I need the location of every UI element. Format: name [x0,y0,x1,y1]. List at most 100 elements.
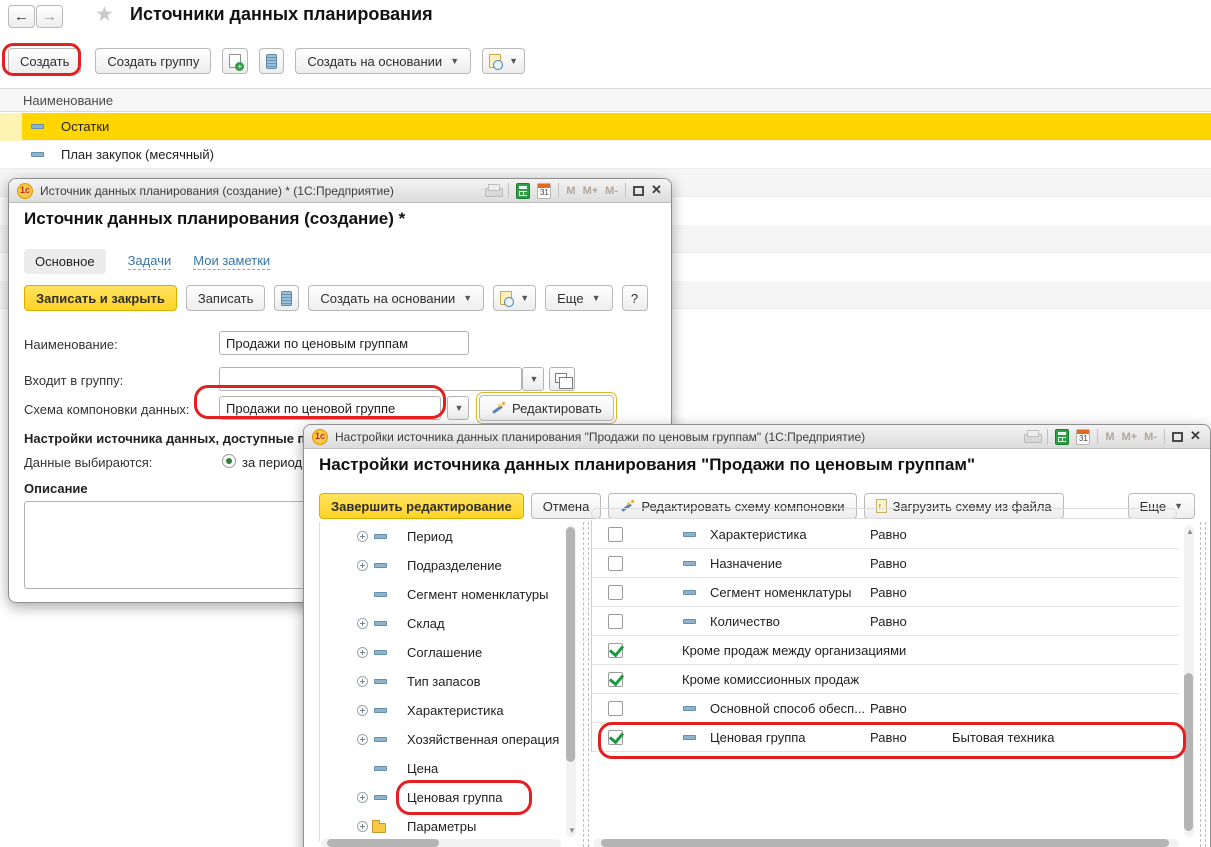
create-based-on-button[interactable]: Создать на основании ▼ [308,285,484,311]
expand-icon[interactable] [357,705,368,716]
memory-plus-button[interactable]: M+ [583,185,599,197]
checkbox[interactable] [608,701,623,716]
calendar-icon[interactable]: 31 [1076,429,1090,445]
help-button[interactable]: ? [622,285,648,311]
copy-button[interactable] [222,48,248,74]
expand-icon[interactable] [357,560,368,571]
conditions-vscrollbar[interactable]: ▲ [1184,525,1194,837]
edit-scheme-button[interactable]: Редактировать [479,395,614,421]
tree-item[interactable]: Сегмент номенклатуры [320,580,564,609]
settings-titlebar[interactable]: Настройки источника данных планирования … [304,425,1210,449]
period-radio[interactable] [222,454,236,468]
scroll-up-icon[interactable]: ▲ [1186,527,1194,536]
create-button[interactable]: Создать [8,48,81,74]
condition-operator[interactable]: Равно [870,585,907,600]
condition-row[interactable]: Кроме комиссионных продаж [592,665,1179,694]
condition-row-price-group[interactable]: Ценовая группа Равно Бытовая техника [592,723,1179,752]
conditions-hscrollbar[interactable] [593,839,1179,847]
condition-row[interactable]: Кроме продаж между организациями [592,636,1179,665]
tree-item[interactable]: Период [320,522,564,551]
tree-item-parameters[interactable]: Параметры [320,812,564,841]
printer-icon[interactable] [485,184,501,197]
expand-icon[interactable] [357,676,368,687]
close-icon[interactable] [1190,431,1202,443]
tree-item[interactable]: Характеристика [320,696,564,725]
create-based-on-button[interactable]: Создать на основании ▼ [295,48,471,74]
more-button[interactable]: Еще ▼ [545,285,612,311]
expand-icon[interactable] [357,821,368,832]
memory-plus-button[interactable]: M+ [1122,431,1138,443]
scheme-dropdown-button[interactable]: ▼ [447,396,469,420]
tab-main[interactable]: Основное [24,249,106,274]
tree-item[interactable]: Хозяйственная операция [320,725,564,754]
tree-item[interactable]: Соглашение [320,638,564,667]
tree-hscroll-thumb[interactable] [327,839,439,847]
panel-splitter[interactable] [1205,522,1206,847]
memory-button[interactable]: M [1105,431,1114,443]
maximize-icon[interactable] [633,186,644,196]
create-group-button[interactable]: Создать группу [95,48,211,74]
calculator-icon[interactable] [1055,429,1069,445]
tree-item[interactable]: Цена [320,754,564,783]
editor-titlebar[interactable]: Источник данных планирования (создание) … [9,179,671,203]
table-row[interactable]: План закупок (месячный) [0,141,1211,169]
tab-notes[interactable]: Мои заметки [193,253,270,270]
checkbox-checked[interactable] [608,672,623,687]
checkbox[interactable] [608,614,623,629]
memory-minus-button[interactable]: M- [605,185,618,197]
table-row[interactable]: Остатки [0,113,1211,141]
expand-icon[interactable] [357,792,368,803]
expand-icon[interactable] [357,734,368,745]
tree-vscrollbar[interactable]: ▼ [566,525,576,837]
condition-row[interactable]: Сегмент номенклатуры Равно [592,578,1179,607]
scheme-input[interactable] [219,396,441,420]
panel-splitter[interactable] [583,522,584,847]
close-icon[interactable] [651,185,663,197]
checkbox-checked[interactable] [608,643,623,658]
panel-splitter[interactable] [588,522,589,847]
list-settings-button[interactable] [274,285,299,311]
condition-operator[interactable]: Равно [870,556,907,571]
condition-value[interactable]: Бытовая техника [952,730,1054,745]
checkbox[interactable] [608,556,623,571]
conditions-hscroll-thumb[interactable] [601,839,1169,847]
tree-vscroll-thumb[interactable] [566,527,575,762]
condition-operator[interactable]: Равно [870,730,907,745]
condition-row[interactable]: Назначение Равно [592,549,1179,578]
condition-operator[interactable]: Равно [870,614,907,629]
table-header[interactable]: Наименование [0,88,1211,112]
favorite-star-icon[interactable]: ★ [95,2,114,27]
expand-icon[interactable] [357,531,368,542]
condition-operator[interactable]: Равно [870,701,907,716]
checkbox[interactable] [608,585,623,600]
calendar-icon[interactable]: 31 [537,183,551,199]
memory-minus-button[interactable]: M- [1144,431,1157,443]
condition-row[interactable]: Количество Равно [592,607,1179,636]
group-input[interactable] [219,367,522,391]
scroll-down-icon[interactable]: ▼ [568,826,576,835]
checkbox[interactable] [608,527,623,542]
report-button[interactable]: ▼ [493,285,536,311]
report-button[interactable]: ▼ [482,48,525,74]
condition-row[interactable]: Характеристика Равно [592,520,1179,549]
tree-item[interactable]: Склад [320,609,564,638]
expand-icon[interactable] [357,647,368,658]
checkbox-checked[interactable] [608,730,623,745]
tree-hscrollbar[interactable] [321,839,561,847]
group-open-button[interactable] [549,367,575,391]
save-and-close-button[interactable]: Записать и закрыть [24,285,177,311]
list-settings-button[interactable] [259,48,284,74]
expand-icon[interactable] [357,618,368,629]
printer-icon[interactable] [1024,430,1040,443]
calculator-icon[interactable] [516,183,530,199]
condition-operator[interactable]: Равно [870,527,907,542]
condition-row[interactable]: Основной способ обесп... Равно [592,694,1179,723]
maximize-icon[interactable] [1172,432,1183,442]
tree-item-price-group[interactable]: Ценовая группа [320,783,564,812]
conditions-vscroll-thumb[interactable] [1184,673,1193,831]
finish-editing-button[interactable]: Завершить редактирование [319,493,524,519]
back-button[interactable]: ← [8,5,35,28]
group-dropdown-button[interactable]: ▼ [522,367,544,391]
tree-item[interactable]: Подразделение [320,551,564,580]
name-input[interactable] [219,331,469,355]
